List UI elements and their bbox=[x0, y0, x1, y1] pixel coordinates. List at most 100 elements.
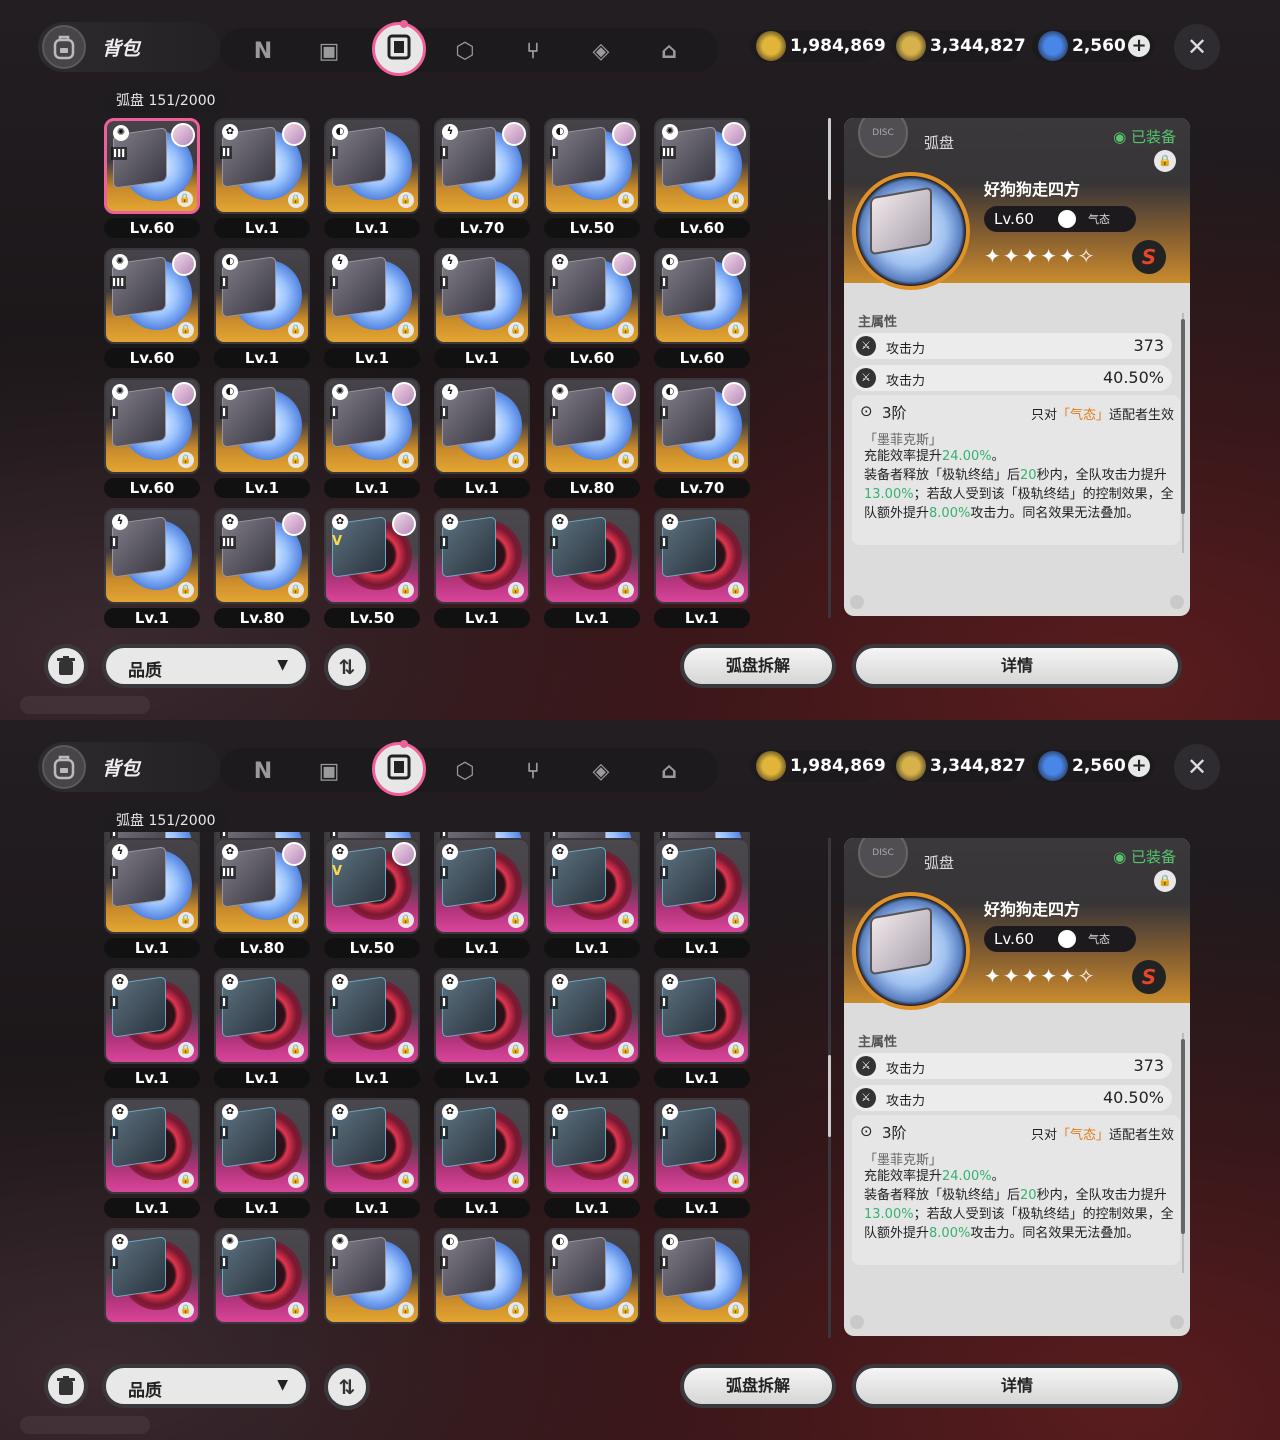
disc-card[interactable]: ✿ I 🔒 Lv.1 bbox=[320, 1098, 420, 1220]
lock-icon[interactable]: 🔒 bbox=[288, 192, 304, 208]
trash-button[interactable] bbox=[44, 1364, 88, 1408]
lock-icon[interactable]: 🔒 bbox=[728, 192, 744, 208]
grid-scrollbar[interactable] bbox=[828, 838, 831, 1338]
lock-icon[interactable]: 🔒 bbox=[288, 912, 304, 928]
lock-icon[interactable]: 🔒 bbox=[288, 322, 304, 338]
lock-icon[interactable]: 🔒 bbox=[508, 322, 524, 338]
disc-card[interactable]: ◐ I 🔒 Lv.1 bbox=[210, 248, 310, 370]
disc-card[interactable]: ✿ I 🔒 Lv.1 bbox=[430, 1098, 530, 1220]
sort-order-button[interactable]: ⇅ bbox=[324, 1364, 370, 1410]
disc-card[interactable]: ✿ I 🔒 Lv.1 bbox=[320, 968, 420, 1090]
disc-card[interactable]: ◐ I 🔒 Lv.50 bbox=[540, 118, 640, 240]
lock-icon[interactable]: 🔒 bbox=[728, 1172, 744, 1188]
disc-card[interactable]: ϟI 🔒 Lv.1 bbox=[430, 248, 530, 370]
disc-card[interactable]: ✺ III 🔒 Lv.60 bbox=[650, 118, 750, 240]
lock-icon[interactable]: 🔒 bbox=[508, 582, 524, 598]
lock-icon[interactable]: 🔒 bbox=[618, 322, 634, 338]
dismantle-button[interactable]: 弧盘拆解 bbox=[680, 1364, 836, 1408]
disc-card[interactable]: ✺ I 🔒 Lv.60 bbox=[100, 378, 200, 500]
disc-card[interactable]: ✿ I 🔒 Lv.1 bbox=[540, 1098, 640, 1220]
lock-icon[interactable]: 🔒 bbox=[508, 452, 524, 468]
disc-card[interactable]: ✿ I 🔒 Lv.1 bbox=[210, 968, 310, 1090]
lock-icon[interactable]: 🔒 bbox=[728, 912, 744, 928]
close-button[interactable]: ✕ bbox=[1174, 24, 1220, 70]
disc-card[interactable]: ✿ I 🔒 bbox=[100, 1228, 200, 1348]
lock-icon[interactable]: 🔒 bbox=[178, 452, 194, 468]
bag-header[interactable]: 背包 bbox=[38, 742, 220, 792]
lock-icon[interactable]: 🔒 bbox=[288, 1042, 304, 1058]
lock-icon[interactable]: 🔒 bbox=[728, 582, 744, 598]
scroll-thumb[interactable] bbox=[828, 1055, 831, 1138]
disc-card[interactable]: ✺ I 🔒 Lv.1 bbox=[320, 378, 420, 500]
add-currency-button[interactable]: + bbox=[1128, 755, 1150, 777]
close-button[interactable]: ✕ bbox=[1174, 744, 1220, 790]
disc-card[interactable]: ✿ II 🔒 Lv.1 bbox=[210, 118, 310, 240]
disc-card[interactable]: ✿ I 🔒 Lv.1 bbox=[430, 508, 530, 628]
disc-card[interactable]: ✿ I 🔒 Lv.1 bbox=[210, 1098, 310, 1220]
disc-card[interactable]: ✿ I 🔒 Lv.1 bbox=[650, 968, 750, 1090]
lock-icon[interactable]: 🔒 bbox=[178, 1172, 194, 1188]
disc-card[interactable]: ✿ I 🔒 Lv.1 bbox=[540, 508, 640, 628]
lock-icon[interactable]: 🔒 bbox=[618, 1042, 634, 1058]
disc-card[interactable]: ✿ I 🔒 Lv.1 bbox=[430, 968, 530, 1090]
lock-icon[interactable]: 🔒 bbox=[178, 1042, 194, 1058]
lock-icon[interactable]: 🔒 bbox=[618, 192, 634, 208]
disc-card[interactable]: ✿ V 🔒 Lv.50 bbox=[320, 838, 420, 960]
details-button[interactable]: 详情 bbox=[852, 644, 1182, 688]
disc-card[interactable]: ✿ I 🔒 Lv.60 bbox=[540, 248, 640, 370]
tab-cube[interactable]: ⬡ bbox=[446, 32, 484, 70]
lock-icon[interactable]: 🔒 bbox=[728, 1042, 744, 1058]
disc-card[interactable]: ◐ I 🔒 bbox=[650, 1228, 750, 1348]
lock-toggle-icon[interactable]: 🔒 bbox=[1154, 870, 1176, 892]
lock-icon[interactable]: 🔒 bbox=[508, 1042, 524, 1058]
lock-icon[interactable]: 🔒 bbox=[288, 1172, 304, 1188]
details-button[interactable]: 详情 bbox=[852, 1364, 1182, 1408]
lock-icon[interactable]: 🔒 bbox=[178, 322, 194, 338]
disc-card[interactable]: ϟI 🔒 Lv.1 bbox=[430, 378, 530, 500]
disc-card[interactable]: ϟI 🔒 Lv.1 bbox=[320, 248, 420, 370]
lock-icon[interactable]: 🔒 bbox=[398, 322, 414, 338]
tab-house[interactable]: ⌂ bbox=[650, 32, 688, 70]
lock-icon[interactable]: 🔒 bbox=[177, 191, 193, 207]
tab-gameboy[interactable]: ▣ bbox=[310, 752, 348, 790]
lock-icon[interactable]: 🔒 bbox=[288, 1302, 304, 1318]
disc-card[interactable]: ✿ V 🔒 Lv.50 bbox=[320, 508, 420, 628]
trash-button[interactable] bbox=[44, 644, 88, 688]
lock-icon[interactable]: 🔒 bbox=[398, 582, 414, 598]
tab-fork-knife[interactable]: ⑂ bbox=[514, 752, 552, 790]
lock-icon[interactable]: 🔒 bbox=[618, 1302, 634, 1318]
quality-filter-select[interactable]: 品质 ▼ bbox=[102, 644, 310, 688]
lock-icon[interactable]: 🔒 bbox=[398, 452, 414, 468]
disc-card[interactable]: ✺ III 🔒 Lv.60 bbox=[100, 248, 200, 370]
lock-icon[interactable]: 🔒 bbox=[728, 1302, 744, 1318]
disc-card[interactable]: ◐ I 🔒 Lv.60 bbox=[650, 248, 750, 370]
bag-header[interactable]: 背包 bbox=[38, 22, 220, 72]
tab-n-logo[interactable]: N bbox=[244, 752, 282, 790]
tab-disc[interactable] bbox=[372, 22, 426, 76]
disc-card[interactable]: ✿ I 🔒 Lv.1 bbox=[430, 838, 530, 960]
lock-icon[interactable]: 🔒 bbox=[288, 582, 304, 598]
lock-icon[interactable]: 🔒 bbox=[398, 1302, 414, 1318]
lock-icon[interactable]: 🔒 bbox=[618, 912, 634, 928]
lock-icon[interactable]: 🔒 bbox=[618, 1172, 634, 1188]
tab-cube[interactable]: ⬡ bbox=[446, 752, 484, 790]
disc-card[interactable]: ◐ I 🔒 bbox=[540, 1228, 640, 1348]
lock-icon[interactable]: 🔒 bbox=[178, 582, 194, 598]
disc-card[interactable]: ✺ I 🔒 bbox=[320, 1228, 420, 1348]
disc-card[interactable]: ◐ I 🔒 Lv.1 bbox=[320, 118, 420, 240]
tab-disc[interactable] bbox=[372, 742, 426, 796]
disc-card[interactable]: ✿ I 🔒 Lv.1 bbox=[540, 968, 640, 1090]
lock-icon[interactable]: 🔒 bbox=[288, 452, 304, 468]
disc-card[interactable]: ✺ I 🔒 Lv.80 bbox=[540, 378, 640, 500]
detail-scroll-thumb[interactable] bbox=[1181, 1039, 1185, 1234]
tab-module[interactable]: ◈ bbox=[582, 752, 620, 790]
lock-icon[interactable]: 🔒 bbox=[508, 192, 524, 208]
disc-card[interactable]: ✿ I 🔒 Lv.1 bbox=[100, 1098, 200, 1220]
disc-card[interactable]: ✺ III 🔒 Lv.60 bbox=[100, 118, 200, 240]
disc-card[interactable]: ✿ III 🔒 Lv.80 bbox=[210, 838, 310, 960]
disc-card[interactable]: ✿ I 🔒 Lv.1 bbox=[650, 838, 750, 960]
tab-module[interactable]: ◈ bbox=[582, 32, 620, 70]
add-currency-button[interactable]: + bbox=[1128, 35, 1150, 57]
tab-gameboy[interactable]: ▣ bbox=[310, 32, 348, 70]
dismantle-button[interactable]: 弧盘拆解 bbox=[680, 644, 836, 688]
